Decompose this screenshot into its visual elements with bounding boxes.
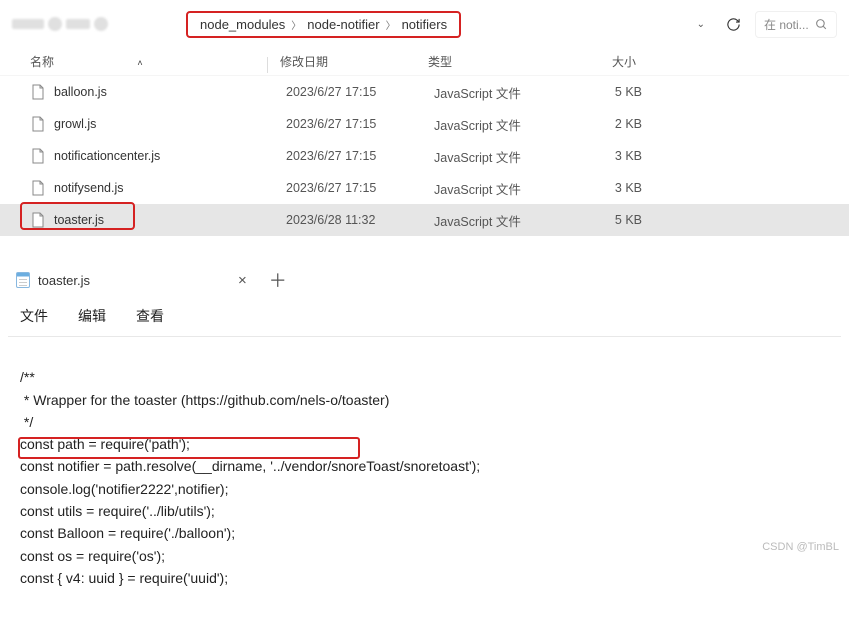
editor-window: toaster.js × ＋ 文件 编辑 查看 /** * Wrapper fo…: [0, 260, 849, 559]
file-date: 2023/6/27 17:15: [286, 181, 434, 195]
code-line: */: [20, 414, 33, 430]
file-icon: [30, 180, 46, 196]
code-line: * Wrapper for the toaster (https://githu…: [20, 392, 389, 408]
file-date: 2023/6/27 17:15: [286, 149, 434, 163]
column-headers: 名称 ˄ 修改日期 类型 大小: [0, 48, 849, 76]
search-placeholder: 在 noti...: [764, 16, 809, 33]
code-line: const Balloon = require('./balloon');: [20, 525, 235, 541]
table-row[interactable]: balloon.js 2023/6/27 17:15 JavaScript 文件…: [0, 76, 849, 108]
file-type: JavaScript 文件: [434, 115, 582, 134]
column-type[interactable]: 类型: [428, 53, 576, 70]
tab-label: toaster.js: [38, 273, 90, 288]
file-size: 5 KB: [582, 85, 642, 99]
file-name: balloon.js: [54, 85, 286, 99]
file-name: notificationcenter.js: [54, 149, 286, 163]
search-input[interactable]: 在 noti...: [755, 11, 837, 38]
code-line: /**: [20, 369, 35, 385]
tab-toaster[interactable]: toaster.js ×: [16, 272, 247, 289]
table-row[interactable]: notificationcenter.js 2023/6/27 17:15 Ja…: [0, 140, 849, 172]
menu-edit[interactable]: 编辑: [78, 306, 106, 326]
code-area[interactable]: /** * Wrapper for the toaster (https://g…: [0, 343, 849, 635]
notepad-icon: [16, 272, 30, 288]
code-line: const os = require('os');: [20, 548, 165, 564]
file-date: 2023/6/27 17:15: [286, 85, 434, 99]
file-name: growl.js: [54, 117, 286, 131]
table-row[interactable]: toaster.js 2023/6/28 11:32 JavaScript 文件…: [0, 204, 849, 236]
breadcrumb-seg[interactable]: node_modules: [200, 17, 285, 32]
search-icon: [815, 18, 828, 31]
breadcrumb-seg[interactable]: notifiers: [402, 17, 448, 32]
file-size: 5 KB: [582, 213, 642, 227]
chevron-right-icon: 〉: [386, 17, 396, 32]
file-type: JavaScript 文件: [434, 179, 582, 198]
code-line: const path = require('path');: [20, 436, 190, 452]
nav-buttons-blurred: [12, 9, 162, 39]
column-date[interactable]: 修改日期: [280, 53, 428, 70]
file-name: notifysend.js: [54, 181, 286, 195]
new-tab-button[interactable]: ＋: [265, 263, 291, 297]
file-name: toaster.js: [54, 213, 286, 227]
breadcrumb[interactable]: node_modules 〉 node-notifier 〉 notifiers: [186, 11, 461, 38]
code-line: console.log('notifier2222',notifier);: [20, 481, 228, 497]
file-size: 3 KB: [582, 149, 642, 163]
code-line: const { v4: uuid } = require('uuid');: [20, 570, 228, 586]
file-icon: [30, 148, 46, 164]
file-icon: [30, 84, 46, 100]
table-row[interactable]: notifysend.js 2023/6/27 17:15 JavaScript…: [0, 172, 849, 204]
file-date: 2023/6/28 11:32: [286, 213, 434, 227]
sort-caret-icon: ˄: [137, 58, 142, 68]
file-date: 2023/6/27 17:15: [286, 117, 434, 131]
column-name[interactable]: 名称 ˄: [30, 53, 280, 70]
explorer-toolbar: node_modules 〉 node-notifier 〉 notifiers…: [0, 0, 849, 48]
file-type: JavaScript 文件: [434, 83, 582, 102]
code-line: const notifier = path.resolve(__dirname,…: [20, 458, 480, 474]
file-icon: [30, 116, 46, 132]
breadcrumb-seg[interactable]: node-notifier: [307, 17, 379, 32]
chevron-down-icon[interactable]: ⌄: [691, 13, 711, 36]
menu-file[interactable]: 文件: [20, 306, 48, 326]
file-type: JavaScript 文件: [434, 147, 582, 166]
file-type: JavaScript 文件: [434, 211, 582, 230]
editor-tabbar: toaster.js × ＋: [0, 260, 849, 300]
close-icon[interactable]: ×: [238, 272, 247, 289]
refresh-icon[interactable]: [725, 16, 741, 32]
editor-menu: 文件 编辑 查看: [0, 300, 849, 336]
chevron-right-icon: 〉: [291, 17, 301, 32]
table-row[interactable]: growl.js 2023/6/27 17:15 JavaScript 文件 2…: [0, 108, 849, 140]
code-line: const utils = require('../lib/utils');: [20, 503, 215, 519]
file-list: balloon.js 2023/6/27 17:15 JavaScript 文件…: [0, 76, 849, 236]
file-size: 3 KB: [582, 181, 642, 195]
file-size: 2 KB: [582, 117, 642, 131]
file-icon: [30, 212, 46, 228]
menu-view[interactable]: 查看: [136, 306, 164, 326]
column-size[interactable]: 大小: [576, 53, 636, 70]
watermark: CSDN @TimBL: [762, 541, 839, 553]
